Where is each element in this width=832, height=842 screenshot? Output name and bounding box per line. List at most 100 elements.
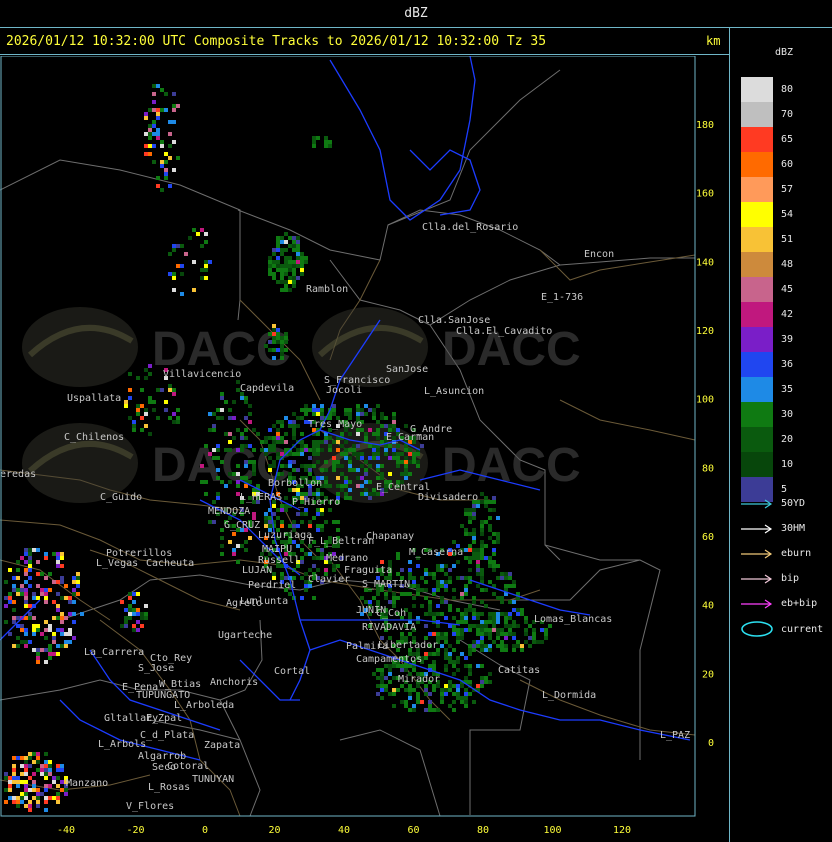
place-label: TUNUYAN [192, 774, 234, 785]
km-label-top: km [706, 34, 721, 48]
legend-label-5: 5 [781, 484, 788, 495]
legend-swatch-70 [741, 102, 773, 127]
legend-label-80: 80 [781, 84, 794, 95]
place-label: L_Dormida [542, 690, 596, 701]
y-tick-label: 140 [696, 257, 714, 268]
x-tick-label: -20 [126, 825, 144, 836]
place-label: C_Guido [100, 492, 142, 503]
x-tick-label: -40 [57, 825, 75, 836]
place-label: eredas [0, 469, 36, 480]
y-tick-label: 180 [696, 120, 714, 131]
legend-swatch-39 [741, 327, 773, 352]
place-label: Borbollon [268, 478, 322, 489]
place-label: MAIPU [262, 544, 292, 555]
place-label: Campamentos [356, 654, 422, 665]
track-label-bip: bip [781, 573, 800, 584]
legend-label-36: 36 [781, 359, 794, 370]
track-arrow-icon [741, 499, 773, 509]
unit-title: dBZ [404, 6, 428, 21]
y-tick-label: 60 [702, 532, 714, 543]
legend-swatch-54 [741, 202, 773, 227]
place-label: Luzuriaga [258, 530, 312, 541]
track-label-current: current [781, 624, 824, 635]
legend-label-70: 70 [781, 109, 794, 120]
legend-title: dBZ [775, 47, 794, 58]
place-label: Libertador [378, 640, 438, 651]
place-label: G_CRUZ [224, 520, 260, 531]
legend-swatch-10 [741, 452, 773, 477]
track-label-50YD: 50YD [781, 498, 806, 509]
place-label: S_MARTIN [362, 579, 410, 590]
place-label: Lunlunta [240, 596, 288, 607]
place-label: Ramblon [306, 284, 348, 295]
legend-label-54: 54 [781, 209, 794, 220]
place-label: Manzano [66, 778, 108, 789]
place-label: MENDOZA [208, 506, 250, 517]
legend-label-48: 48 [781, 259, 794, 270]
place-label: F_L_Beltran [308, 536, 374, 547]
radar-map[interactable]: DACC DACCDACC DACC Clla.del_RosarioEnconE_… [0, 56, 729, 842]
place-label: L_Asuncion [424, 386, 484, 397]
legend-label-57: 57 [781, 184, 794, 195]
title-divider [0, 54, 729, 55]
x-tick-label: 20 [268, 825, 280, 836]
legend-swatch-57 [741, 177, 773, 202]
place-label: W_Btias [159, 679, 201, 690]
x-tick-label: 60 [407, 825, 419, 836]
legend-swatch-30 [741, 402, 773, 427]
place-label: Anchoris [210, 677, 258, 688]
track-arrow-icon [741, 574, 773, 584]
place-label: C_d_Plata [140, 730, 194, 741]
legend-label-10: 10 [781, 459, 794, 470]
place-label: L_Vegas [96, 558, 138, 569]
x-tick-label: 80 [477, 825, 489, 836]
legend-label-51: 51 [781, 234, 794, 245]
place-label: P_Hierro [292, 497, 340, 508]
legend-swatch-60 [741, 152, 773, 177]
track-label-30HM: 30HM [781, 523, 806, 534]
legend-label-35: 35 [781, 384, 794, 395]
place-label: Cacheuta [146, 558, 194, 569]
place-label: C_Coh [376, 608, 406, 619]
y-tick-label: 100 [696, 395, 714, 406]
place-label: E_Central [376, 482, 430, 493]
place-label: Villavicencio [163, 369, 241, 380]
place-label: E_Zpal [146, 713, 182, 724]
track-label-eburn: eburn [781, 548, 812, 559]
place-label: Uspallata [67, 393, 121, 404]
top-divider [0, 27, 832, 28]
legend-label-30: 30 [781, 409, 794, 420]
place-label: V_Flores [126, 801, 174, 812]
place-label: Jocoli [326, 385, 362, 396]
place-label: Mirador [398, 674, 440, 685]
y-tick-label: 40 [702, 601, 714, 612]
legend-swatch-45 [741, 277, 773, 302]
place-label: SanJose [386, 364, 428, 375]
place-label: Fraguita [344, 565, 392, 576]
place-label: L_Rosas [148, 782, 190, 793]
place-label: La_Carrera [84, 647, 144, 658]
place-label: Tres_Mayo [308, 419, 362, 430]
place-label: LUJAN [242, 565, 272, 576]
x-tick-label: 40 [338, 825, 350, 836]
place-label: L_PAZ [660, 730, 690, 741]
x-tick-label: 0 [202, 825, 208, 836]
place-label: Zapata [204, 740, 240, 751]
track-label-eb+bip: eb+bip [781, 598, 818, 609]
x-tick-label: 100 [543, 825, 561, 836]
legend-label-45: 45 [781, 284, 794, 295]
place-label: Clla.del_Rosario [422, 222, 518, 233]
place-label: Catitas [498, 665, 540, 676]
track-arrow-icon [741, 599, 773, 609]
place-label: E_1-736 [541, 292, 583, 303]
place-label: M_Caserna [409, 547, 463, 558]
legend-swatch-36 [741, 352, 773, 377]
place-label: RIVADAVIA [362, 622, 416, 633]
map-title: 2026/01/12 10:32:00 UTC Composite Tracks… [6, 34, 547, 49]
place-label: Divisadero [418, 492, 478, 503]
place-label: C_Chilenos [64, 432, 124, 443]
legend-divider [729, 28, 730, 842]
place-label: Lomas_Blancas [534, 614, 612, 625]
legend-label-39: 39 [781, 334, 794, 345]
legend-swatch-80 [741, 77, 773, 102]
